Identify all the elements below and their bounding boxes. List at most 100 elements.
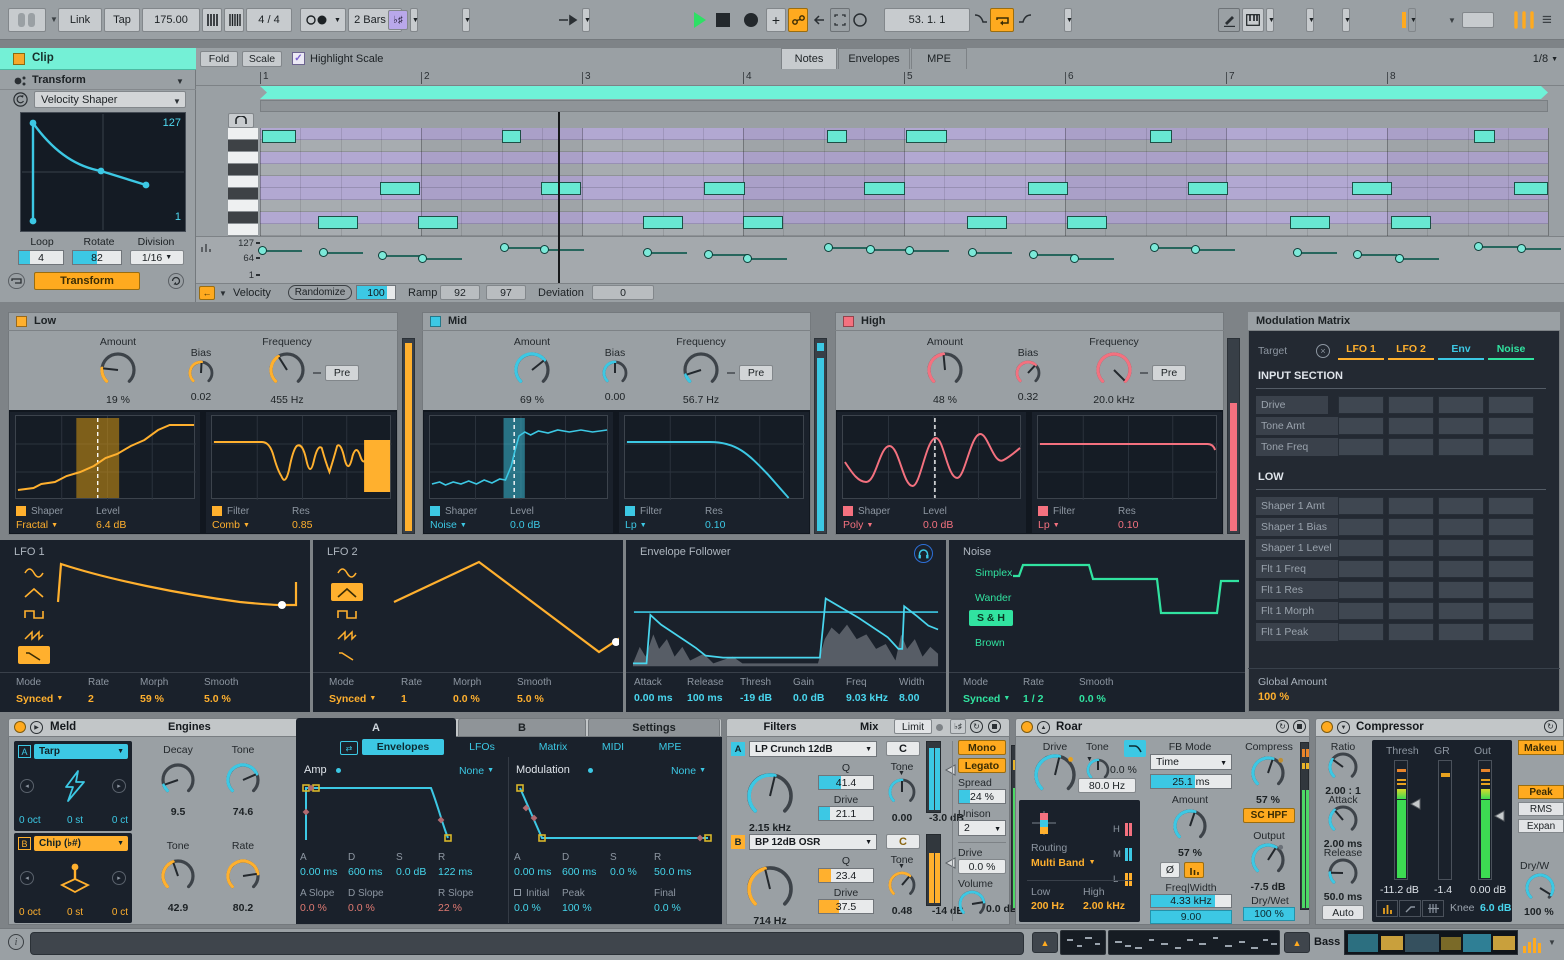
meld-activator[interactable] <box>14 721 26 733</box>
triangle-wave-icon[interactable] <box>331 583 363 601</box>
transform-redo-icon[interactable] <box>168 273 184 289</box>
matrix-cell[interactable] <box>1338 581 1384 599</box>
out-meter-handle[interactable] <box>1493 810 1505 822</box>
engine-ct[interactable]: 0 ct <box>98 907 128 919</box>
loop-brace[interactable] <box>260 86 1548 99</box>
fb-amount-value[interactable]: 57 % <box>1164 847 1216 859</box>
matrix-cell[interactable] <box>1338 539 1384 557</box>
midi-note[interactable] <box>643 216 683 229</box>
midi-note[interactable] <box>1391 216 1431 229</box>
frequency-knob[interactable] <box>267 350 307 390</box>
filter-freq-value[interactable]: 2.15 kHz <box>738 822 802 834</box>
frequency-knob[interactable] <box>1094 350 1134 390</box>
sine-wave-icon[interactable] <box>331 562 363 580</box>
new-midi-track-icon[interactable]: + <box>766 8 786 32</box>
cpu-caret[interactable]: ▼ <box>1448 16 1458 25</box>
loop-field[interactable]: 4 <box>18 250 64 265</box>
compress-value[interactable]: 57 % <box>1244 794 1292 806</box>
fb-freq-field[interactable]: 4.33 kHz <box>1150 894 1232 908</box>
velocity-marker[interactable] <box>500 243 509 252</box>
engine-prev-icon[interactable]: ◂ <box>20 871 34 885</box>
drive-field[interactable]: 21.1 <box>818 806 874 821</box>
track-name-label[interactable]: Bass <box>1314 936 1348 949</box>
matrix-cell[interactable] <box>1488 417 1534 435</box>
filter-type-selector[interactable]: Lp▼ <box>1038 519 1108 531</box>
lane-select-caret[interactable]: ▼ <box>219 289 229 298</box>
velocity-marker[interactable] <box>824 243 833 252</box>
save-preset-icon[interactable] <box>988 720 1001 733</box>
engine-selector[interactable]: Chip (♭#)▼ <box>34 836 128 851</box>
midi-note[interactable] <box>704 182 745 195</box>
lfo-smooth-value[interactable]: 5.0 % <box>204 692 274 705</box>
meld-tab-settings[interactable]: Settings <box>588 718 720 737</box>
engine-knob-value[interactable]: 80.2 <box>217 902 269 914</box>
compressor-fold-icon[interactable]: ▼ <box>1337 721 1350 734</box>
bias-knob[interactable] <box>600 358 630 388</box>
env-adsr-value[interactable]: 122 ms <box>438 866 488 878</box>
24[interactable]: ▼ <box>582 8 590 32</box>
meter-caret[interactable]: ▼ <box>1548 938 1560 948</box>
matrix-cell[interactable] <box>1438 623 1484 641</box>
saw-down-wave-icon[interactable] <box>331 646 363 664</box>
band-activator[interactable] <box>843 316 854 327</box>
fb-phase-button[interactable]: Ø <box>1160 862 1180 878</box>
ramp-to-field[interactable]: 97 <box>486 285 526 300</box>
velocity-marker[interactable] <box>1353 250 1362 259</box>
matrix-cell[interactable] <box>1388 417 1434 435</box>
scale-mode-icon[interactable]: ♭♯ <box>388 10 408 30</box>
transform-tool-selector[interactable]: Velocity Shaper▼ <box>34 91 186 108</box>
matrix-source-1[interactable]: LFO 1 <box>1338 343 1384 355</box>
velocity-marker[interactable] <box>1150 243 1159 252</box>
matrix-cell[interactable] <box>1388 396 1434 414</box>
makeup-button[interactable]: Makeu <box>1518 740 1564 755</box>
fb-amount-knob[interactable] <box>1171 807 1209 845</box>
meld-subtab-midi[interactable]: MIDI <box>592 739 634 755</box>
draw-pencil-icon[interactable] <box>1218 8 1240 32</box>
matrix-cell[interactable] <box>1388 438 1434 456</box>
matrix-cell[interactable] <box>1338 518 1384 536</box>
noise-option-sh[interactable]: S & H <box>969 610 1013 626</box>
lfo-mode-value[interactable]: Synced▼ <box>329 692 399 705</box>
matrix-cell[interactable] <box>1488 438 1534 456</box>
high-split-value[interactable]: 2.00 kHz <box>1083 900 1141 912</box>
engine-knob[interactable] <box>159 857 197 895</box>
lfo-mode-value[interactable]: Synced▼ <box>16 692 86 705</box>
transform-loop-icon[interactable] <box>8 273 25 289</box>
env-param-value[interactable]: 9.03 kHz <box>846 692 902 705</box>
midi-note[interactable] <box>1474 130 1495 143</box>
midi-note[interactable] <box>967 216 1007 229</box>
pre-button[interactable]: Pre <box>739 365 773 381</box>
filter-type-selector[interactable]: LP Crunch 12dB▼ <box>749 741 877 757</box>
matrix-cell[interactable] <box>1438 539 1484 557</box>
piano-key[interactable] <box>228 152 258 164</box>
piano-key[interactable] <box>228 164 258 176</box>
unison-selector[interactable]: 2▼ <box>958 820 1006 836</box>
clip-header[interactable]: Clip <box>0 48 196 70</box>
env-row2-value[interactable]: 0.0 % <box>654 902 704 914</box>
output-knob[interactable] <box>1249 841 1287 879</box>
velocity-marker[interactable] <box>1191 245 1200 254</box>
show-push-icon[interactable] <box>1512 10 1536 30</box>
meld-tab-a[interactable]: A <box>296 718 456 737</box>
band-shaper-activator[interactable] <box>843 506 853 516</box>
menu-icon[interactable]: ≡ <box>1542 11 1560 29</box>
matrix-cell[interactable] <box>1388 539 1434 557</box>
drive-field[interactable]: 37.5 <box>818 899 874 914</box>
velocity-marker[interactable] <box>540 245 549 254</box>
link-button[interactable]: Link <box>58 8 102 32</box>
scrub-area[interactable] <box>260 100 1548 112</box>
velocity-marker[interactable] <box>968 248 977 257</box>
midi-note[interactable] <box>827 130 847 143</box>
roar-activator[interactable] <box>1021 721 1033 733</box>
band-shaper-activator[interactable] <box>430 506 440 516</box>
square-wave-icon[interactable] <box>18 604 50 622</box>
hot-swap-icon[interactable]: ↻ <box>970 720 983 733</box>
band-activator[interactable] <box>16 316 27 327</box>
midi-note[interactable] <box>906 130 947 143</box>
matrix-cell[interactable] <box>1488 539 1534 557</box>
attack-knob[interactable] <box>1326 803 1360 837</box>
midi-note[interactable] <box>380 182 420 195</box>
playhead[interactable] <box>558 112 560 302</box>
matrix-cell[interactable] <box>1388 623 1434 641</box>
auto-release-button[interactable]: Auto <box>1322 905 1364 920</box>
